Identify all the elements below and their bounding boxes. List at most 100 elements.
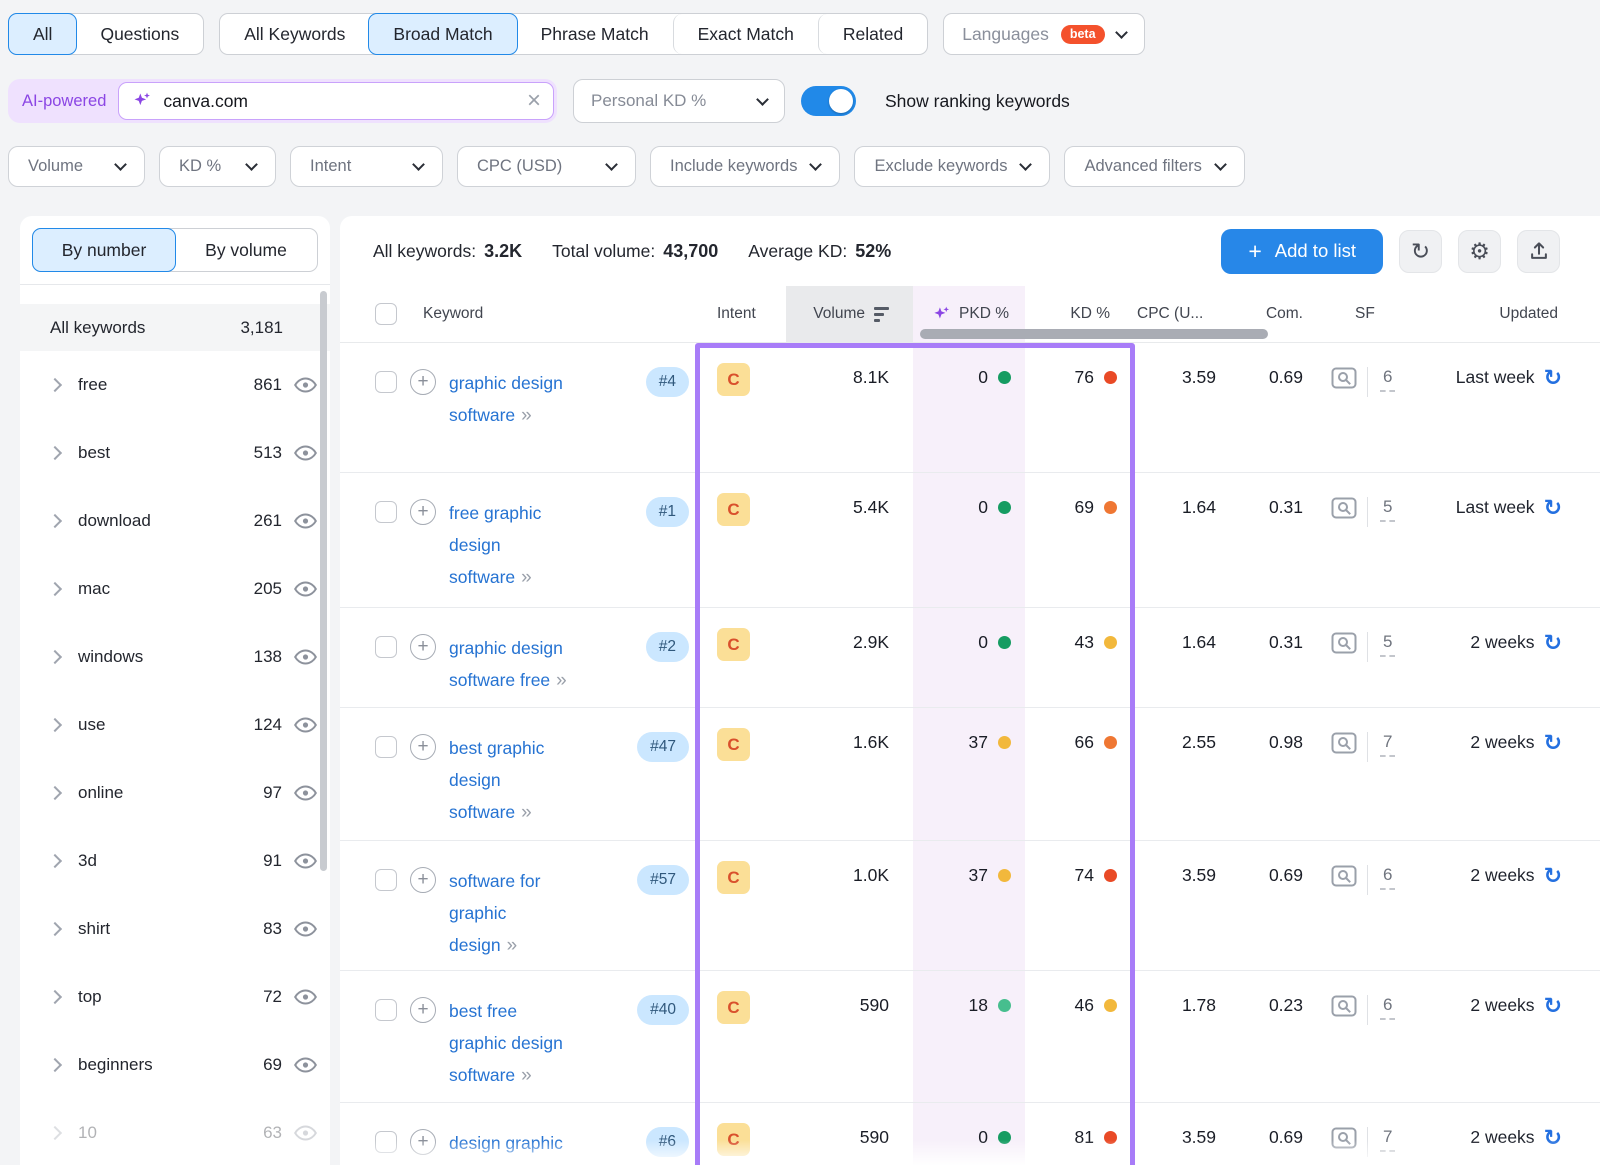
tab-all-keywords[interactable]: All Keywords (220, 14, 369, 54)
eye-icon[interactable] (294, 1057, 317, 1073)
clear-icon[interactable]: × (527, 89, 541, 113)
settings-button[interactable]: ⚙ (1458, 230, 1501, 273)
group-row-10[interactable]: 1063 (20, 1099, 330, 1165)
eye-icon[interactable] (294, 649, 317, 665)
keyword-link[interactable]: best free graphic design software» (449, 995, 573, 1092)
col-volume[interactable]: Volume (786, 286, 913, 342)
eye-icon[interactable] (294, 853, 317, 869)
intent-filter[interactable]: Intent (290, 146, 443, 187)
position-badge[interactable]: #40 (637, 995, 689, 1025)
tab-by-volume[interactable]: By volume (175, 229, 317, 271)
advanced-filters[interactable]: Advanced filters (1064, 146, 1244, 187)
position-badge[interactable]: #6 (646, 1127, 689, 1157)
serp-features-icon[interactable] (1331, 865, 1357, 887)
tab-questions[interactable]: Questions (76, 14, 203, 54)
sf-count[interactable]: 7 (1380, 1127, 1395, 1152)
col-updated[interactable]: Updated (1430, 286, 1600, 342)
personal-kd-dropdown[interactable]: Personal KD % (573, 79, 785, 123)
eye-icon[interactable] (294, 1125, 317, 1141)
exclude-keywords-filter[interactable]: Exclude keywords (854, 146, 1050, 187)
refresh-metrics-icon[interactable]: ↻ (1544, 995, 1562, 1017)
row-checkbox[interactable] (375, 736, 397, 758)
eye-icon[interactable] (294, 581, 317, 597)
tab-by-number[interactable]: By number (32, 228, 176, 272)
tab-phrase-match[interactable]: Phrase Match (517, 14, 673, 54)
serp-features-icon[interactable] (1331, 367, 1357, 389)
sf-count[interactable]: 7 (1380, 732, 1395, 757)
keyword-link[interactable]: graphic design software» (449, 367, 607, 432)
serp-features-icon[interactable] (1331, 1127, 1357, 1149)
eye-icon[interactable] (294, 921, 317, 937)
position-badge[interactable]: #47 (637, 732, 689, 762)
add-keyword-icon[interactable]: + (410, 499, 436, 525)
keyword-link[interactable]: software for graphic design» (449, 865, 575, 962)
tab-all[interactable]: All (8, 13, 77, 55)
serp-features-icon[interactable] (1331, 632, 1357, 654)
keyword-link[interactable]: graphic design software free» (449, 632, 607, 697)
eye-icon[interactable] (294, 377, 317, 393)
group-row-best[interactable]: best513 (20, 419, 330, 487)
row-checkbox[interactable] (375, 999, 397, 1021)
volume-filter[interactable]: Volume (8, 146, 145, 187)
cpc-filter[interactable]: CPC (USD) (457, 146, 636, 187)
row-checkbox[interactable] (375, 501, 397, 523)
sf-count[interactable]: 6 (1380, 367, 1395, 392)
group-row-top[interactable]: top72 (20, 963, 330, 1031)
serp-features-icon[interactable] (1331, 995, 1357, 1017)
refresh-metrics-icon[interactable]: ↻ (1544, 865, 1562, 887)
add-keyword-icon[interactable]: + (410, 734, 436, 760)
refresh-metrics-icon[interactable]: ↻ (1544, 367, 1562, 389)
keyword-link[interactable]: free graphic design software» (449, 497, 581, 594)
horizontal-scrollbar[interactable] (920, 329, 1268, 339)
add-keyword-icon[interactable]: + (410, 634, 436, 660)
group-row-shirt[interactable]: shirt83 (20, 895, 330, 963)
group-row-windows[interactable]: windows138 (20, 623, 330, 691)
tab-related[interactable]: Related (818, 14, 927, 54)
col-sf[interactable]: SF (1315, 286, 1430, 342)
group-row-mac[interactable]: mac205 (20, 555, 330, 623)
group-row-3d[interactable]: 3d91 (20, 827, 330, 895)
group-row-online[interactable]: online97 (20, 759, 330, 827)
position-badge[interactable]: #4 (646, 367, 689, 397)
eye-icon[interactable] (294, 513, 317, 529)
sidebar-scrollbar[interactable] (320, 291, 327, 871)
sf-count[interactable]: 5 (1380, 632, 1395, 657)
group-row-free[interactable]: free861 (20, 351, 330, 419)
sf-count[interactable]: 6 (1380, 995, 1395, 1020)
sf-count[interactable]: 5 (1380, 497, 1395, 522)
export-button[interactable] (1517, 230, 1560, 273)
refresh-metrics-icon[interactable]: ↻ (1544, 1127, 1562, 1149)
eye-icon[interactable] (294, 717, 317, 733)
keyword-link[interactable]: design graphic software» (449, 1127, 607, 1165)
add-keyword-icon[interactable]: + (410, 997, 436, 1023)
position-badge[interactable]: #57 (637, 865, 689, 895)
add-keyword-icon[interactable]: + (410, 1129, 436, 1155)
kd-filter[interactable]: KD % (159, 146, 276, 187)
serp-features-icon[interactable] (1331, 732, 1357, 754)
position-badge[interactable]: #1 (646, 497, 689, 527)
include-keywords-filter[interactable]: Include keywords (650, 146, 840, 187)
group-row-beginners[interactable]: beginners69 (20, 1031, 330, 1099)
keyword-link[interactable]: best graphic design software» (449, 732, 561, 829)
serp-features-icon[interactable] (1331, 497, 1357, 519)
add-keyword-icon[interactable]: + (410, 369, 436, 395)
col-intent[interactable]: Intent (695, 286, 786, 342)
position-badge[interactable]: #2 (646, 632, 689, 662)
search-input[interactable] (163, 91, 516, 112)
tab-broad-match[interactable]: Broad Match (368, 13, 517, 55)
group-row-download[interactable]: download261 (20, 487, 330, 555)
row-checkbox[interactable] (375, 371, 397, 393)
eye-icon[interactable] (294, 785, 317, 801)
row-checkbox[interactable] (375, 636, 397, 658)
eye-icon[interactable] (294, 989, 317, 1005)
col-keyword[interactable]: Keyword (423, 305, 483, 323)
languages-dropdown[interactable]: Languages beta (943, 13, 1144, 55)
row-checkbox[interactable] (375, 869, 397, 891)
refresh-metrics-icon[interactable]: ↻ (1544, 632, 1562, 654)
sf-count[interactable]: 6 (1380, 865, 1395, 890)
eye-icon[interactable] (294, 445, 317, 461)
all-keywords-row[interactable]: All keywords 3,181 (20, 304, 330, 351)
row-checkbox[interactable] (375, 1131, 397, 1153)
add-to-list-button[interactable]: + Add to list (1221, 229, 1383, 274)
refresh-metrics-icon[interactable]: ↻ (1544, 732, 1562, 754)
